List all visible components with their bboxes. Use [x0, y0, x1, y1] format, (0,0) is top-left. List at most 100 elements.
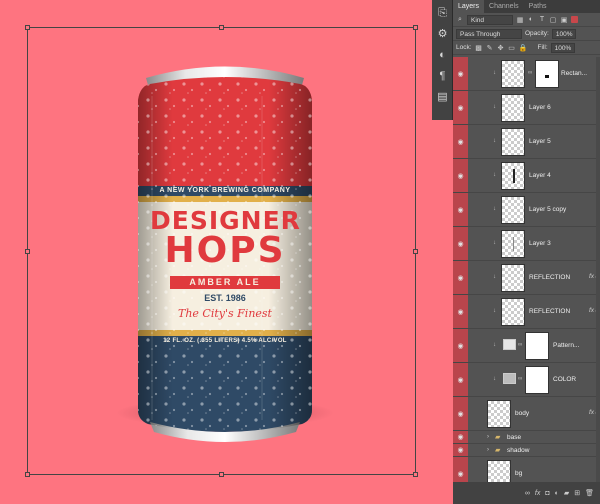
layer-list[interactable]: ◉ ↓ ∞ Rectan... ◉ ↓ Layer 6 ◉ ↓ Layer 5 …	[453, 57, 600, 491]
layers-scrollbar[interactable]	[596, 57, 600, 482]
filter-kind-select[interactable]: Kind	[467, 14, 513, 25]
visibility-eye-icon[interactable]: ◉	[453, 57, 468, 90]
visibility-eye-icon[interactable]: ◉	[453, 91, 468, 124]
link-layers-icon[interactable]: ∞	[525, 490, 530, 497]
visibility-eye-icon[interactable]: ◉	[453, 444, 468, 456]
opacity-input[interactable]: 100%	[551, 28, 577, 39]
clipping-arrow-icon: ↓	[493, 206, 496, 212]
trash-icon[interactable]: 🗑	[585, 489, 594, 497]
document-canvas[interactable]: A NEW YORK BREWING COMPANY DESIGNER HOPS…	[0, 0, 452, 504]
visibility-eye-icon[interactable]: ◉	[453, 397, 468, 430]
transform-handle-ml[interactable]	[25, 249, 30, 254]
chevron-right-icon[interactable]: ›	[487, 434, 489, 440]
blend-mode-select[interactable]: Pass Through	[456, 28, 522, 39]
visibility-eye-icon[interactable]: ◉	[453, 363, 468, 396]
layer-thumbnail	[501, 162, 525, 190]
mask-thumbnail	[525, 366, 549, 394]
visibility-eye-icon[interactable]: ◉	[453, 125, 468, 158]
mask-thumbnail	[535, 60, 559, 88]
history-icon[interactable]: ⎘	[435, 6, 450, 21]
layer-row[interactable]: ◉ ↓ Layer 6	[453, 91, 600, 125]
link-icon: ∞	[518, 342, 523, 348]
tab-paths[interactable]: Paths	[524, 0, 552, 13]
layer-row[interactable]: ◉ ↓ ∞ COLOR	[453, 363, 600, 397]
lock-position-icon[interactable]: ✥	[497, 44, 505, 52]
lock-transparent-icon[interactable]: ▩	[475, 44, 483, 52]
tab-channels[interactable]: Channels	[484, 0, 524, 13]
layer-group-row[interactable]: ◉ › ▰ shadow	[453, 444, 600, 457]
libraries-icon[interactable]: ▤	[435, 90, 450, 105]
visibility-eye-icon[interactable]: ◉	[453, 431, 468, 443]
lock-all-icon[interactable]: 🔒	[519, 44, 528, 52]
clipping-arrow-icon: ↓	[493, 376, 496, 382]
transform-handle-tc[interactable]	[219, 25, 224, 30]
mask-thumbnail	[525, 332, 549, 360]
shape-filter-icon[interactable]: ▢	[549, 16, 557, 24]
visibility-eye-icon[interactable]: ◉	[453, 227, 468, 260]
properties-icon[interactable]: ⚙	[435, 27, 450, 42]
layer-row[interactable]: ◉ ↓ ∞ Rectan...	[453, 57, 600, 91]
clipping-arrow-icon: ↓	[493, 70, 496, 76]
panel-tabs: Layers Channels Paths	[453, 0, 600, 13]
fill-label: Fill:	[537, 44, 548, 51]
layer-name: bg	[515, 470, 523, 477]
pattern-fill-icon	[503, 339, 516, 350]
layer-row[interactable]: ◉ ↓ ∞ Pattern...	[453, 329, 600, 363]
lock-row: Lock: ▩ ✎ ✥ ▭ 🔒 Fill: 100%	[453, 41, 600, 55]
layer-row[interactable]: ◉ ↓ Layer 5 copy	[453, 193, 600, 227]
pixel-filter-icon[interactable]: ▦	[516, 16, 524, 24]
layers-bottom-toolbar: ∞ fx ◘ ◐ ▰ ⊞ 🗑	[453, 482, 600, 504]
lock-pixels-icon[interactable]: ✎	[486, 44, 494, 52]
layer-row[interactable]: ◉ ↓ Layer 4	[453, 159, 600, 193]
layer-name: Layer 3	[529, 240, 551, 247]
transform-handle-br[interactable]	[413, 472, 418, 477]
layer-name: shadow	[507, 447, 530, 454]
layer-row[interactable]: ◉ body fx ⌄	[453, 397, 600, 431]
panel-dock: ⎘ ⚙ ◐ ¶ ▤	[432, 0, 453, 120]
transform-handle-tr[interactable]	[413, 25, 418, 30]
visibility-eye-icon[interactable]: ◉	[453, 261, 468, 294]
layer-row[interactable]: ◉ ↓ Layer 3	[453, 227, 600, 261]
tab-layers[interactable]: Layers	[453, 0, 485, 13]
layer-row[interactable]: ◉ ↓ REFLECTION fx ⌄	[453, 261, 600, 295]
transform-handle-bc[interactable]	[219, 472, 224, 477]
fill-input[interactable]: 100%	[550, 42, 576, 53]
search-icon: ⌕	[458, 15, 462, 23]
add-style-icon[interactable]: fx	[535, 490, 540, 497]
transform-bounding-box[interactable]	[25, 25, 418, 477]
character-icon[interactable]: ¶	[435, 69, 450, 84]
visibility-eye-icon[interactable]: ◉	[453, 159, 468, 192]
lock-artboard-icon[interactable]: ▭	[508, 44, 516, 52]
layer-name: body	[515, 410, 530, 417]
visibility-eye-icon[interactable]: ◉	[453, 329, 468, 362]
layer-row[interactable]: ◉ ↓ Layer 5	[453, 125, 600, 159]
clipping-arrow-icon: ↓	[493, 172, 496, 178]
smart-filter-icon[interactable]: ▣	[560, 16, 568, 24]
filter-toggle-icon[interactable]	[571, 16, 578, 23]
add-mask-icon[interactable]: ◘	[545, 490, 549, 497]
visibility-eye-icon[interactable]: ◉	[453, 295, 468, 328]
folder-icon: ▰	[495, 434, 501, 441]
solid-color-icon	[503, 373, 516, 384]
filter-row: ⌕ Kind ▦ ◐ T ▢ ▣	[453, 13, 600, 27]
clipping-arrow-icon: ↓	[493, 138, 496, 144]
chevron-right-icon[interactable]: ›	[487, 447, 489, 453]
transform-handle-mr[interactable]	[413, 249, 418, 254]
opacity-label: Opacity:	[525, 30, 549, 37]
transform-handle-bl[interactable]	[25, 472, 30, 477]
layer-name: REFLECTION	[529, 308, 571, 315]
link-icon: ∞	[518, 376, 523, 382]
layers-panel: Layers Channels Paths ⌕ Kind ▦ ◐ T ▢ ▣ P…	[453, 0, 600, 504]
new-group-icon[interactable]: ▰	[564, 489, 569, 497]
adjustment-filter-icon[interactable]: ◐	[527, 16, 535, 23]
layer-group-row[interactable]: ◉ › ▰ base	[453, 431, 600, 444]
type-filter-icon[interactable]: T	[538, 16, 546, 23]
adjustment-layer-icon[interactable]: ◐	[555, 490, 559, 497]
new-layer-icon[interactable]: ⊞	[574, 489, 580, 497]
layer-name: base	[507, 434, 522, 441]
adjustments-icon[interactable]: ◐	[435, 48, 450, 63]
visibility-eye-icon[interactable]: ◉	[453, 193, 468, 226]
layer-row[interactable]: ◉ ↓ REFLECTION fx ⌄	[453, 295, 600, 329]
transform-handle-tl[interactable]	[25, 25, 30, 30]
layer-thumbnail	[487, 400, 511, 428]
